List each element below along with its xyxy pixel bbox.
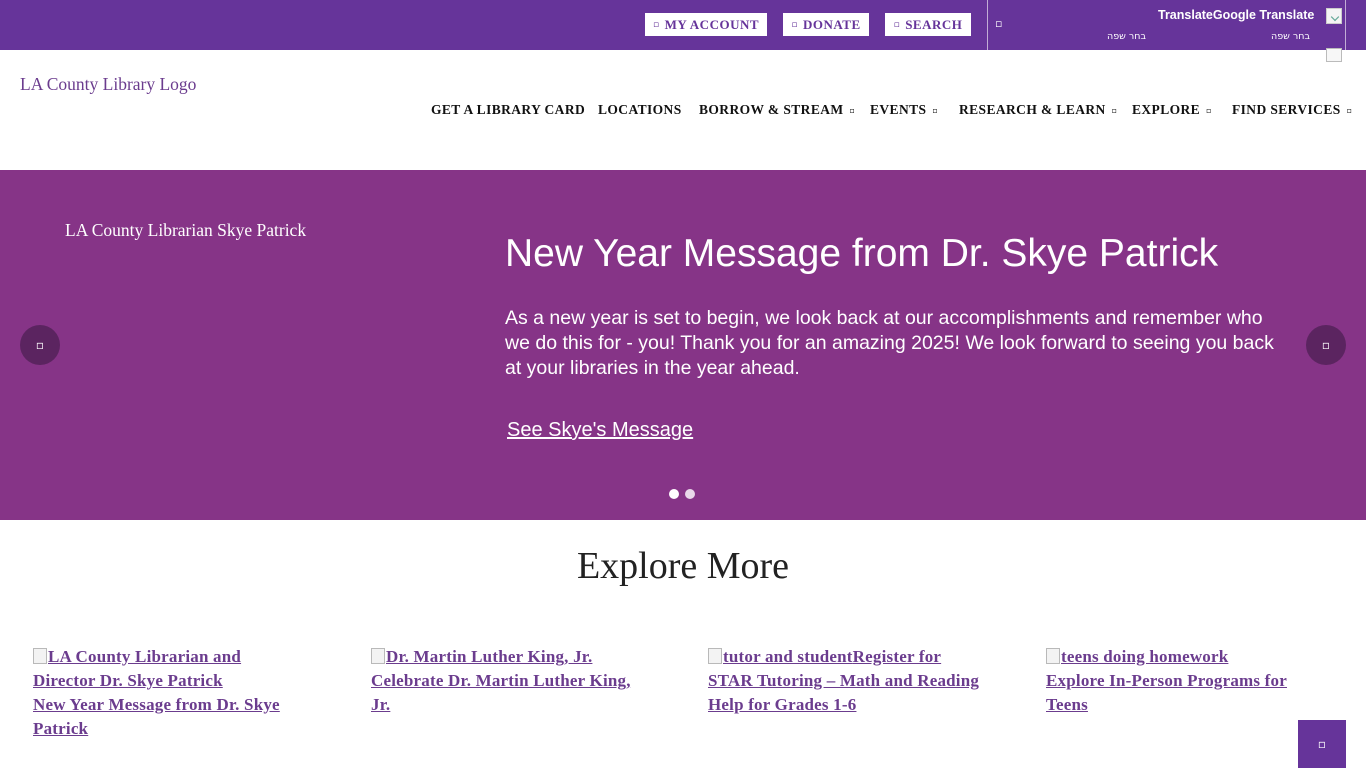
carousel-dots: [669, 489, 695, 499]
chevron-up-icon: ▫: [1317, 737, 1327, 751]
back-to-top-button[interactable]: ▫: [1298, 720, 1346, 768]
nav-locations[interactable]: LOCATIONS: [598, 102, 682, 118]
nav-label: BORROW & STREAM: [699, 102, 844, 117]
google-translate-label: TranslateGoogle Translate: [1158, 8, 1315, 22]
explore-card[interactable]: LA County Librarian and Director Dr. Sky…: [33, 645, 308, 741]
nav-events[interactable]: EVENTS ▫: [870, 102, 938, 118]
topbar-divider: [987, 0, 988, 50]
chevron-down-icon: ▫: [1111, 105, 1118, 115]
explore-card-link[interactable]: Dr. Martin Luther King, Jr. Celebrate Dr.…: [371, 647, 631, 714]
image-placeholder-icon: [708, 648, 722, 664]
nav-find-services[interactable]: FIND SERVICES ▫: [1232, 102, 1352, 118]
language-select[interactable]: בחר שפה: [1107, 31, 1146, 42]
hero-description: As a new year is set to begin, we look b…: [505, 307, 1274, 379]
user-icon: ▫: [652, 19, 660, 30]
chevron-down-icon: ▫: [932, 105, 939, 115]
topbar-divider-right: [1345, 0, 1346, 50]
nav-explore[interactable]: EXPLORE ▫: [1132, 102, 1212, 118]
card-image-alt: tutor and student: [723, 647, 853, 666]
chevron-down-icon: ▫: [1346, 105, 1353, 115]
carousel-dot-2[interactable]: [685, 489, 695, 499]
hero-title: New Year Message from Dr. Skye Patrick: [505, 232, 1219, 275]
heart-icon: ▫: [791, 19, 798, 30]
hero-image: LA County Librarian Skye Patrick: [65, 220, 307, 240]
explore-card-link[interactable]: tutor and studentRegister for STAR Tutor…: [708, 647, 979, 714]
card-image-alt: Dr. Martin Luther King, Jr.: [386, 647, 593, 666]
nav-label: RESEARCH & LEARN: [959, 102, 1106, 117]
site-logo[interactable]: LA County Library Logo: [20, 74, 196, 95]
hero-cta-link[interactable]: See Skye's Message: [507, 419, 693, 442]
explore-card-link[interactable]: LA County Librarian and Director Dr. Sky…: [33, 647, 280, 738]
language-select-secondary[interactable]: בחר שפה: [1271, 31, 1310, 42]
donate-label: DONATE: [802, 16, 861, 32]
card-image-alt: LA County Librarian and Director Dr. Sky…: [33, 647, 242, 690]
my-account-button[interactable]: ▫ MY ACCOUNT: [645, 13, 767, 36]
chevron-down-icon: ▫: [849, 105, 856, 115]
explore-more-heading: Explore More: [576, 545, 790, 587]
card-caption: Explore In-Person Programs for Teens: [1046, 671, 1287, 714]
hero-carousel: LA County Librarian Skye Patrick New Yea…: [0, 170, 1366, 520]
globe-icon[interactable]: ▫: [995, 17, 1002, 30]
nav-label: EVENTS: [870, 102, 927, 117]
chevron-left-icon: ▫: [35, 338, 45, 352]
nav-research-and-learn[interactable]: RESEARCH & LEARN ▫: [959, 102, 1118, 118]
nav-label: FIND SERVICES: [1232, 102, 1341, 117]
card-caption: Celebrate Dr. Martin Luther King, Jr.: [371, 671, 631, 714]
chevron-right-icon: ▫: [1321, 338, 1331, 352]
translate-image-placeholder: [1326, 48, 1342, 62]
search-button[interactable]: ▫ SEARCH: [885, 13, 971, 36]
card-caption: New Year Message from Dr. Skye Patrick: [33, 695, 280, 738]
top-utility-bar: ▫ MY ACCOUNT ▫ DONATE ▫ SEARCH ▫ Transla…: [0, 0, 1366, 50]
image-placeholder-icon: [33, 648, 47, 664]
nav-get-a-library-card[interactable]: GET A LIBRARY CARD: [431, 102, 585, 118]
main-nav: GET A LIBRARY CARD LOCATIONS BORROW & ST…: [0, 102, 1366, 122]
carousel-prev-button[interactable]: ▫: [20, 325, 60, 365]
card-image-alt: teens doing homework: [1061, 647, 1229, 666]
carousel-dot-1[interactable]: [669, 489, 679, 499]
my-account-label: MY ACCOUNT: [664, 16, 760, 32]
explore-card[interactable]: tutor and studentRegister for STAR Tutor…: [708, 645, 983, 717]
chevron-down-icon: ▫: [1206, 105, 1212, 115]
nav-borrow-and-stream[interactable]: BORROW & STREAM ▫: [699, 102, 855, 118]
nav-label: LOCATIONS: [598, 102, 682, 117]
explore-card[interactable]: teens doing homework Explore In-Person Pr…: [1046, 645, 1321, 717]
image-placeholder-icon: [1046, 648, 1060, 664]
donate-button[interactable]: ▫ DONATE: [783, 13, 869, 36]
explore-card[interactable]: Dr. Martin Luther King, Jr. Celebrate Dr.…: [371, 645, 646, 717]
google-translate-logo: [1326, 8, 1342, 24]
nav-label: GET A LIBRARY CARD: [431, 102, 586, 117]
explore-card-link[interactable]: teens doing homework Explore In-Person Pr…: [1046, 647, 1287, 714]
carousel-next-button[interactable]: ▫: [1306, 325, 1346, 365]
search-icon: ▫: [893, 19, 901, 30]
image-placeholder-icon: [371, 648, 385, 664]
nav-label: EXPLORE: [1132, 102, 1201, 117]
search-label: SEARCH: [905, 16, 963, 32]
